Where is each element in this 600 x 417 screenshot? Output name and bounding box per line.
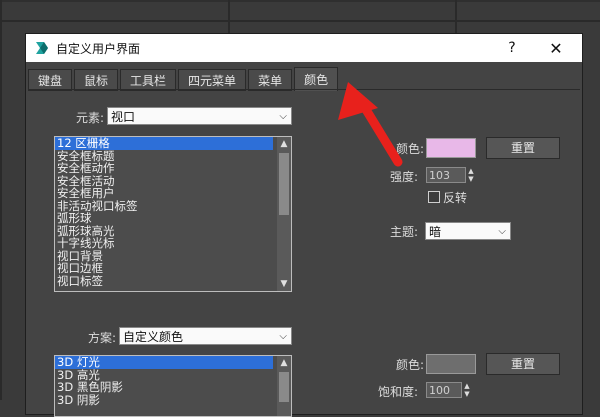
annotation-arrow-icon	[338, 82, 403, 167]
